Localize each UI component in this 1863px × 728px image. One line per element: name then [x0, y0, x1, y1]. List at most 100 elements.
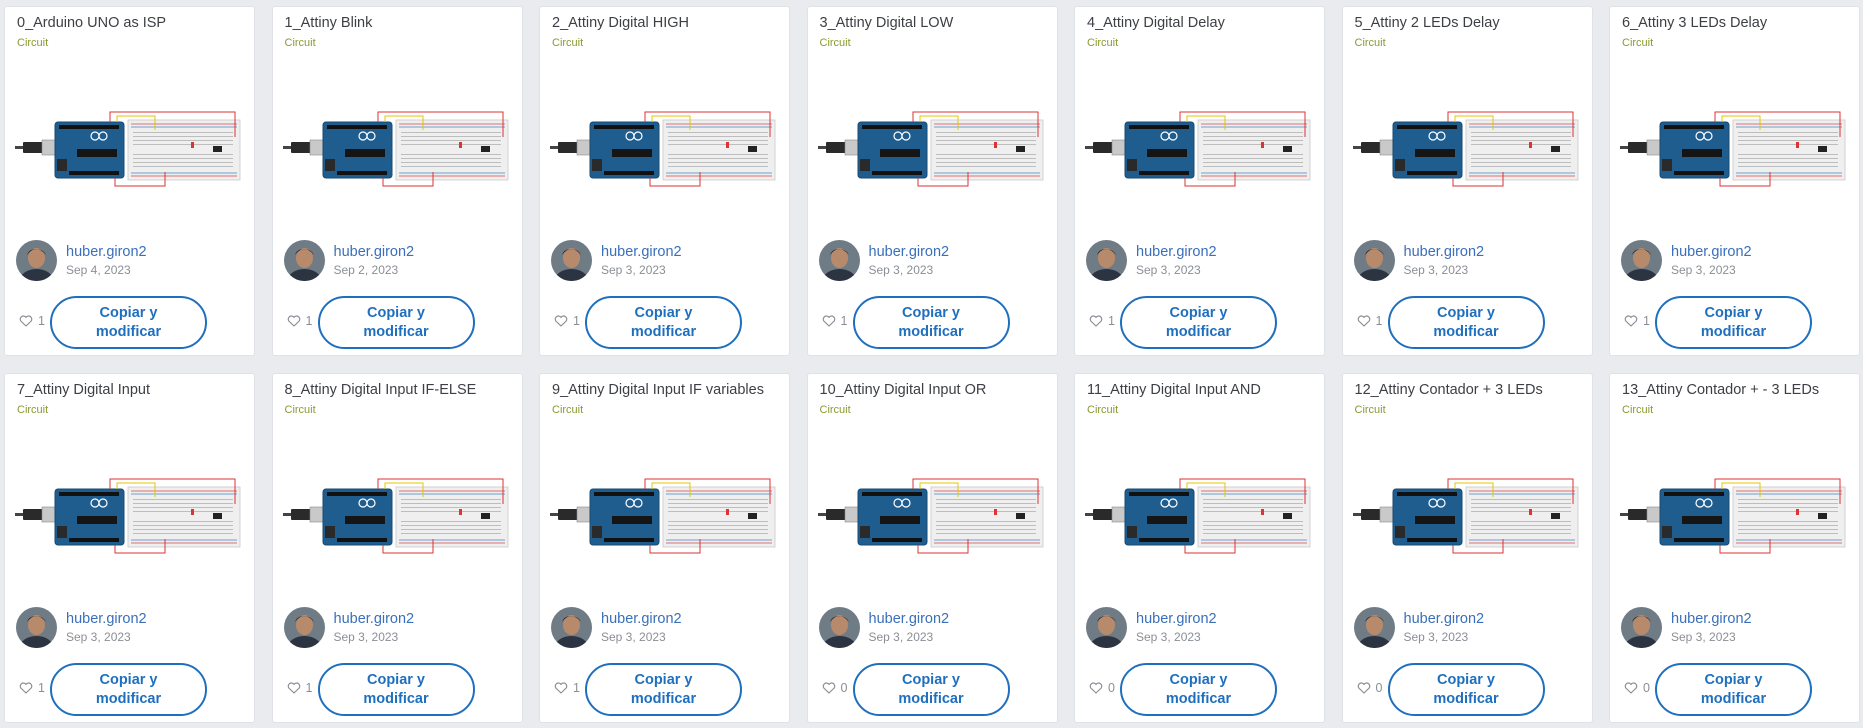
- copy-and-modify-button[interactable]: Copiar y modificar: [852, 296, 1010, 349]
- heart-outline-icon[interactable]: [287, 682, 301, 694]
- like-control[interactable]: 1: [287, 314, 312, 328]
- like-control[interactable]: 1: [287, 681, 312, 695]
- heart-outline-icon[interactable]: [822, 315, 836, 327]
- avatar[interactable]: [16, 240, 57, 281]
- copy-and-modify-button[interactable]: Copiar y modificar: [852, 663, 1010, 716]
- project-title[interactable]: 11_Attiny Digital Input AND: [1087, 382, 1318, 398]
- like-control[interactable]: 0: [1357, 681, 1382, 695]
- author-link[interactable]: huber.giron2: [1671, 610, 1752, 628]
- heart-outline-icon[interactable]: [1624, 682, 1638, 694]
- project-card[interactable]: 2_Attiny Digital HIGH Circuit huber.giro…: [539, 6, 790, 356]
- circuit-thumbnail[interactable]: [282, 102, 516, 197]
- avatar[interactable]: [818, 607, 860, 648]
- author-link[interactable]: huber.giron2: [334, 610, 415, 628]
- avatar[interactable]: [551, 240, 592, 281]
- circuit-thumbnail[interactable]: [15, 469, 248, 564]
- avatar[interactable]: [1621, 240, 1662, 281]
- avatar[interactable]: [551, 607, 592, 648]
- author-link[interactable]: huber.giron2: [1136, 243, 1217, 261]
- heart-outline-icon[interactable]: [822, 682, 836, 694]
- avatar[interactable]: [1353, 607, 1395, 648]
- author-link[interactable]: huber.giron2: [66, 243, 147, 261]
- heart-outline-icon[interactable]: [554, 682, 568, 694]
- like-control[interactable]: 0: [822, 681, 847, 695]
- author-link[interactable]: huber.giron2: [869, 610, 950, 628]
- heart-outline-icon[interactable]: [19, 682, 33, 694]
- author-link[interactable]: huber.giron2: [1671, 243, 1752, 261]
- project-title[interactable]: 10_Attiny Digital Input OR: [820, 382, 1051, 398]
- project-title[interactable]: 5_Attiny 2 LEDs Delay: [1355, 15, 1586, 31]
- heart-outline-icon[interactable]: [1624, 315, 1638, 327]
- project-title[interactable]: 1_Attiny Blink: [285, 15, 516, 31]
- project-card[interactable]: 5_Attiny 2 LEDs Delay Circuit huber.giro…: [1341, 6, 1593, 356]
- circuit-thumbnail[interactable]: [282, 469, 516, 564]
- avatar[interactable]: [16, 607, 57, 648]
- copy-and-modify-button[interactable]: Copiar y modificar: [1655, 663, 1812, 716]
- heart-outline-icon[interactable]: [1089, 315, 1103, 327]
- project-title[interactable]: 4_Attiny Digital Delay: [1087, 15, 1318, 31]
- circuit-thumbnail[interactable]: [550, 102, 783, 197]
- project-card[interactable]: 0_Arduino UNO as ISP Circuit huber.giron…: [4, 6, 255, 356]
- project-card[interactable]: 12_Attiny Contador + 3 LEDs Circuit hube…: [1341, 373, 1593, 723]
- circuit-thumbnail[interactable]: [1352, 469, 1586, 564]
- like-control[interactable]: 0: [1089, 681, 1115, 695]
- like-control[interactable]: 1: [1357, 314, 1382, 328]
- copy-and-modify-button[interactable]: Copiar y modificar: [50, 296, 207, 349]
- project-title[interactable]: 13_Attiny Contador + - 3 LEDs: [1622, 382, 1853, 398]
- copy-and-modify-button[interactable]: Copiar y modificar: [50, 663, 207, 716]
- heart-outline-icon[interactable]: [554, 315, 568, 327]
- copy-and-modify-button[interactable]: Copiar y modificar: [1120, 296, 1277, 349]
- heart-outline-icon[interactable]: [1357, 315, 1371, 327]
- project-title[interactable]: 2_Attiny Digital HIGH: [552, 15, 783, 31]
- copy-and-modify-button[interactable]: Copiar y modificar: [1120, 663, 1277, 716]
- circuit-thumbnail[interactable]: [1620, 469, 1853, 564]
- avatar[interactable]: [1353, 240, 1395, 281]
- copy-and-modify-button[interactable]: Copiar y modificar: [1387, 296, 1545, 349]
- like-control[interactable]: 0: [1624, 681, 1650, 695]
- project-card[interactable]: 4_Attiny Digital Delay Circuit huber.gir…: [1074, 6, 1325, 356]
- project-card[interactable]: 8_Attiny Digital Input IF-ELSE Circuit h…: [271, 373, 523, 723]
- like-control[interactable]: 1: [19, 681, 45, 695]
- project-card[interactable]: 11_Attiny Digital Input AND Circuit hube…: [1074, 373, 1325, 723]
- circuit-thumbnail[interactable]: [1620, 102, 1853, 197]
- project-card[interactable]: 1_Attiny Blink Circuit huber.giron2 Sep …: [271, 6, 523, 356]
- like-control[interactable]: 1: [1624, 314, 1650, 328]
- heart-outline-icon[interactable]: [1089, 682, 1103, 694]
- author-link[interactable]: huber.giron2: [1404, 243, 1485, 261]
- project-title[interactable]: 6_Attiny 3 LEDs Delay: [1622, 15, 1853, 31]
- circuit-thumbnail[interactable]: [817, 102, 1051, 197]
- avatar[interactable]: [283, 607, 325, 648]
- author-link[interactable]: huber.giron2: [869, 243, 950, 261]
- author-link[interactable]: huber.giron2: [1404, 610, 1485, 628]
- project-card[interactable]: 6_Attiny 3 LEDs Delay Circuit huber.giro…: [1609, 6, 1860, 356]
- project-title[interactable]: 7_Attiny Digital Input: [17, 382, 248, 398]
- circuit-thumbnail[interactable]: [15, 102, 248, 197]
- like-control[interactable]: 1: [1089, 314, 1115, 328]
- project-card[interactable]: 9_Attiny Digital Input IF variables Circ…: [539, 373, 790, 723]
- avatar[interactable]: [283, 240, 325, 281]
- project-title[interactable]: 8_Attiny Digital Input IF-ELSE: [285, 382, 516, 398]
- circuit-thumbnail[interactable]: [1085, 102, 1318, 197]
- circuit-thumbnail[interactable]: [1352, 102, 1586, 197]
- copy-and-modify-button[interactable]: Copiar y modificar: [585, 296, 742, 349]
- circuit-thumbnail[interactable]: [817, 469, 1051, 564]
- like-control[interactable]: 1: [554, 314, 580, 328]
- author-link[interactable]: huber.giron2: [66, 610, 147, 628]
- avatar[interactable]: [1621, 607, 1662, 648]
- avatar[interactable]: [1086, 607, 1127, 648]
- copy-and-modify-button[interactable]: Copiar y modificar: [317, 663, 475, 716]
- author-link[interactable]: huber.giron2: [601, 610, 682, 628]
- copy-and-modify-button[interactable]: Copiar y modificar: [1655, 296, 1812, 349]
- heart-outline-icon[interactable]: [1357, 682, 1371, 694]
- circuit-thumbnail[interactable]: [550, 469, 783, 564]
- like-control[interactable]: 1: [554, 681, 580, 695]
- project-title[interactable]: 9_Attiny Digital Input IF variables: [552, 382, 783, 398]
- copy-and-modify-button[interactable]: Copiar y modificar: [317, 296, 475, 349]
- heart-outline-icon[interactable]: [287, 315, 301, 327]
- author-link[interactable]: huber.giron2: [1136, 610, 1217, 628]
- like-control[interactable]: 1: [19, 314, 45, 328]
- like-control[interactable]: 1: [822, 314, 847, 328]
- copy-and-modify-button[interactable]: Copiar y modificar: [1387, 663, 1545, 716]
- avatar[interactable]: [1086, 240, 1127, 281]
- project-card[interactable]: 3_Attiny Digital LOW Circuit huber.giron…: [806, 6, 1058, 356]
